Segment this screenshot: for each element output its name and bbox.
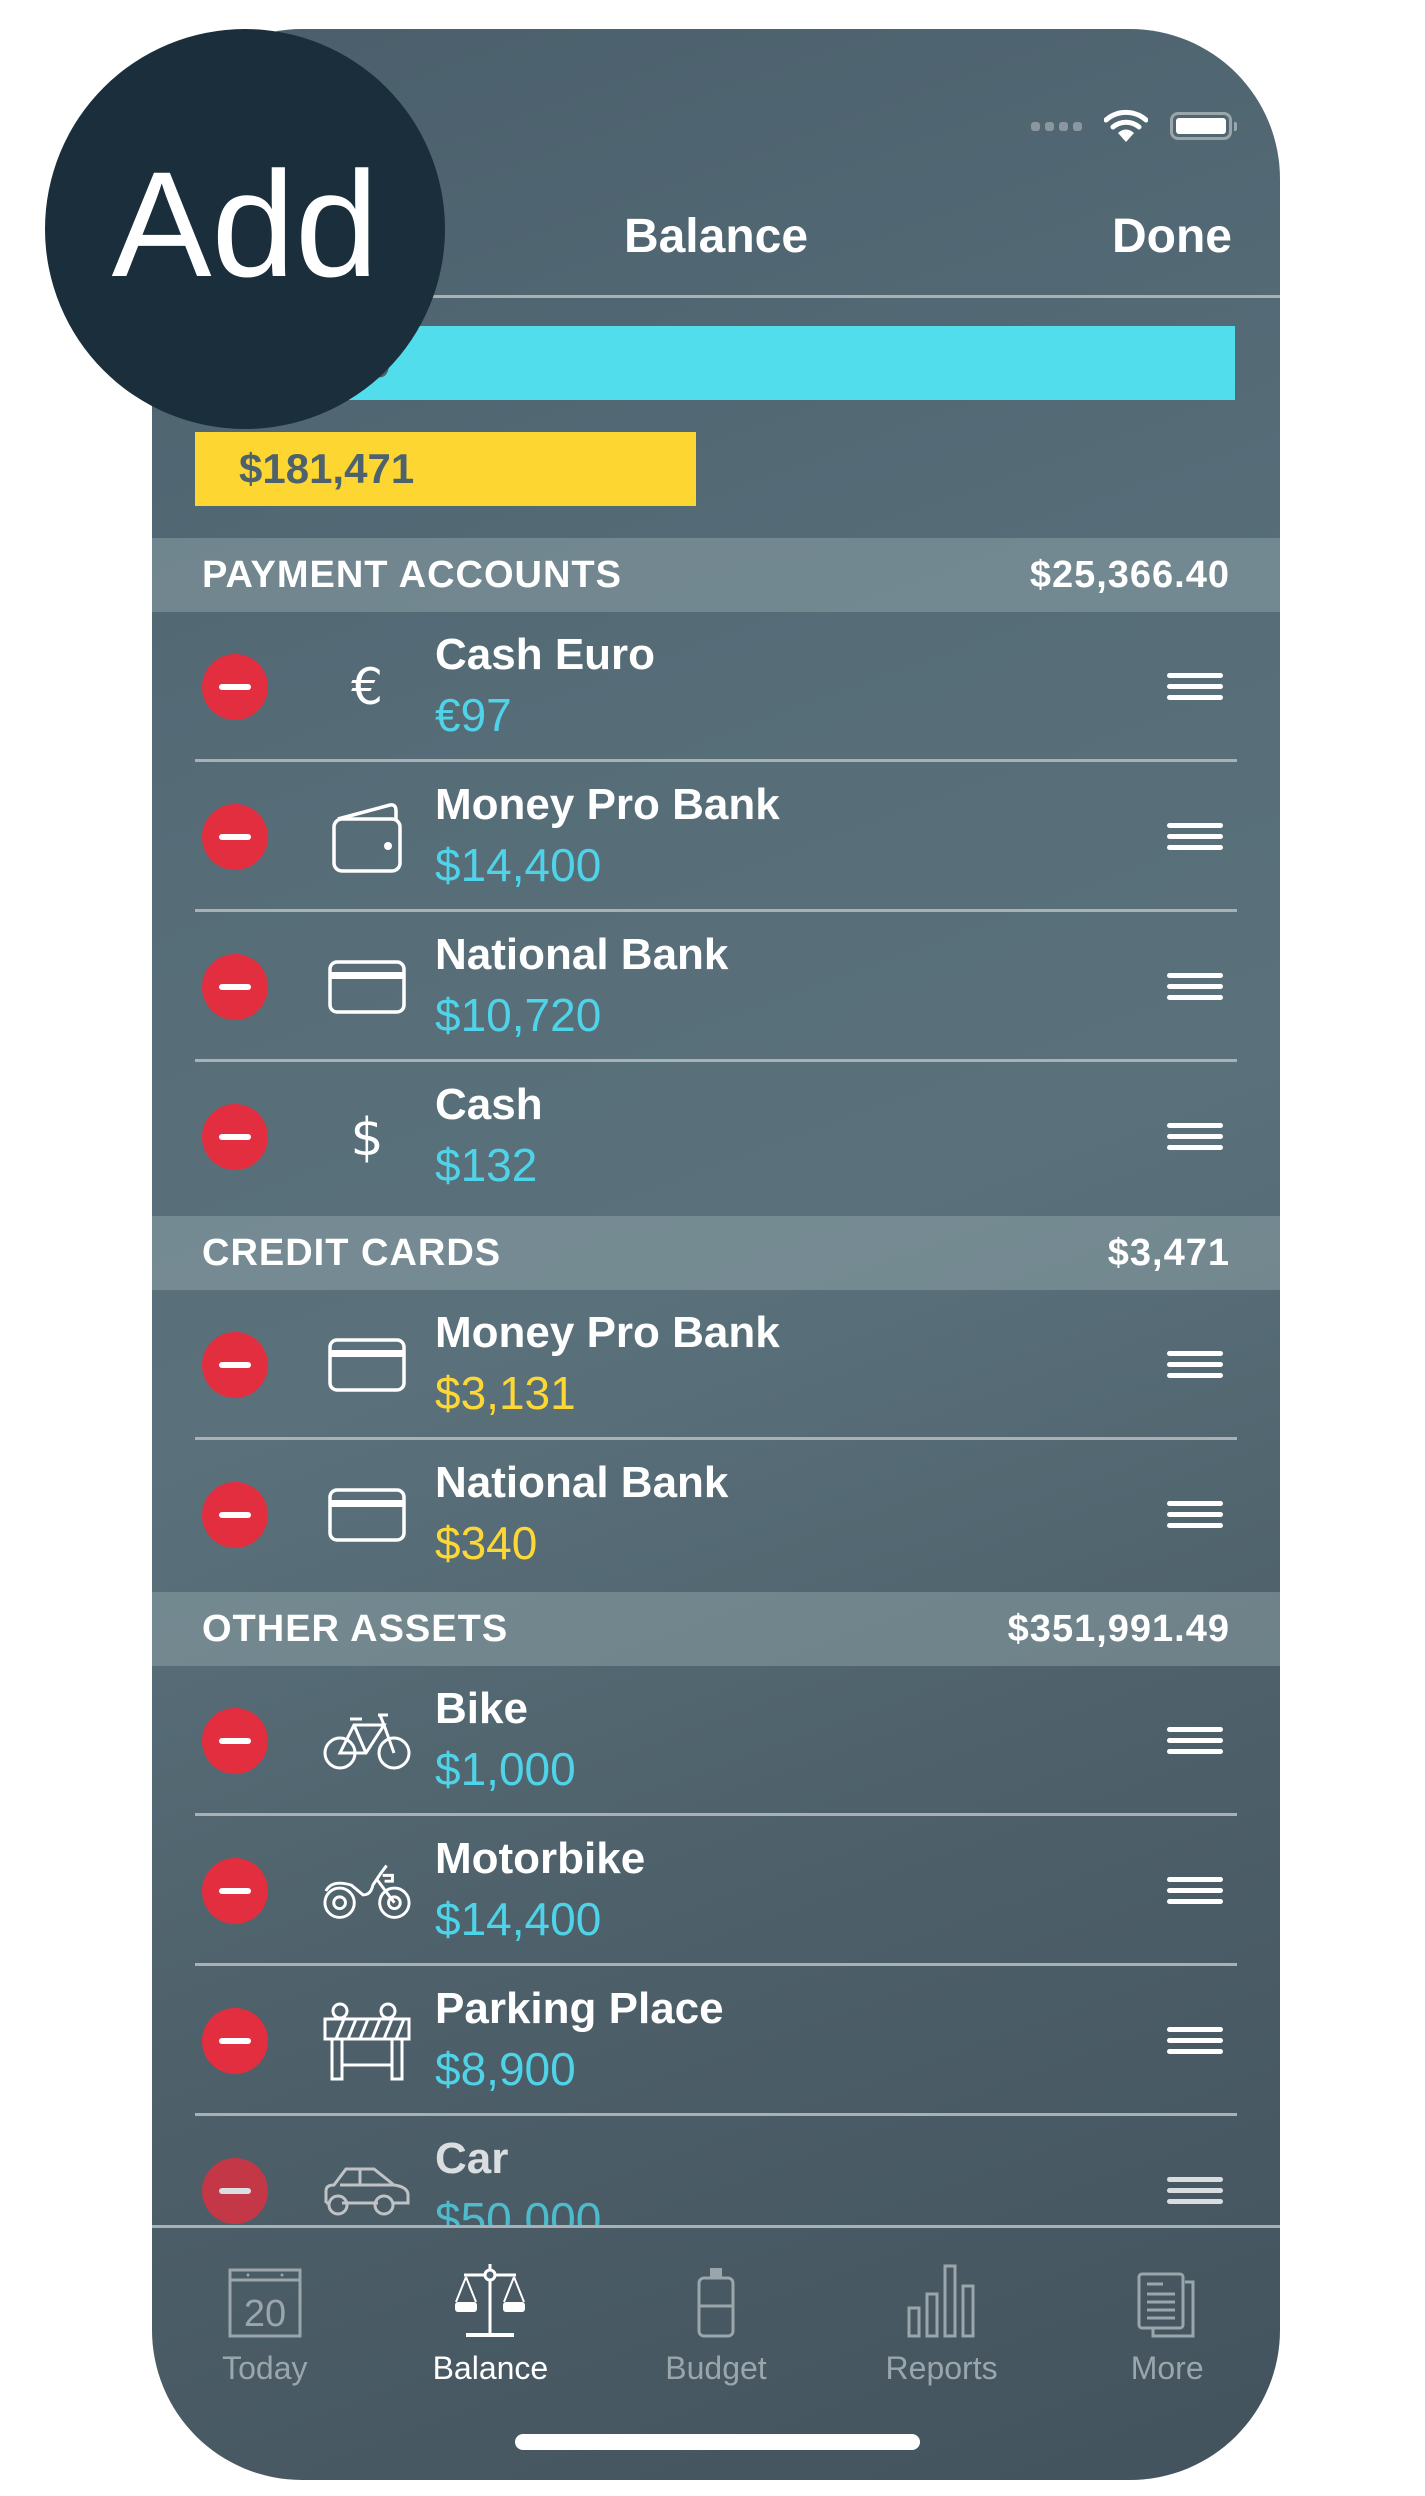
reorder-handle-icon[interactable] xyxy=(1167,1877,1223,1905)
delete-minus-icon[interactable] xyxy=(202,2158,268,2224)
reorder-handle-icon[interactable] xyxy=(1167,2027,1223,2055)
delete-minus-icon[interactable] xyxy=(202,1858,268,1924)
account-balance: $14,400 xyxy=(435,839,602,891)
account-row[interactable]: € Cash Euro €97 xyxy=(152,612,1280,762)
reorder-handle-icon[interactable] xyxy=(1167,2177,1223,2205)
add-button-callout[interactable]: Add xyxy=(45,29,445,429)
account-row[interactable]: Parking Place $8,900 xyxy=(152,1966,1280,2116)
account-row[interactable]: $ Cash $132 xyxy=(152,1062,1280,1212)
reorder-handle-icon[interactable] xyxy=(1167,673,1223,701)
delete-minus-icon[interactable] xyxy=(202,1482,268,1548)
account-balance: $132 xyxy=(435,1139,538,1191)
account-name: National Bank xyxy=(435,1458,729,1507)
account-name: Parking Place xyxy=(435,1984,724,2033)
documents-icon xyxy=(1137,2272,1195,2338)
delete-minus-icon[interactable] xyxy=(202,804,268,870)
section-title: OTHER ASSETS xyxy=(202,1607,509,1650)
account-balance: $1,000 xyxy=(435,1743,576,1795)
section-title: PAYMENT ACCOUNTS xyxy=(202,553,622,596)
delete-minus-icon[interactable] xyxy=(202,1104,268,1170)
credit-card-icon xyxy=(322,1480,412,1550)
account-name: Car xyxy=(435,2134,509,2183)
svg-text:€: € xyxy=(351,662,383,712)
add-label: Add xyxy=(111,139,379,308)
account-balance: $50,000 xyxy=(435,2193,602,2226)
account-name: Money Pro Bank xyxy=(435,780,780,829)
account-row[interactable]: Car $50,000 xyxy=(152,2116,1280,2226)
reorder-handle-icon[interactable] xyxy=(1167,1501,1223,1529)
section-total: $3,471 xyxy=(1107,1231,1230,1274)
account-row[interactable]: National Bank $10,720 xyxy=(152,912,1280,1062)
delete-minus-icon[interactable] xyxy=(202,1332,268,1398)
calendar-icon: 20 xyxy=(228,2268,302,2338)
tab-budget[interactable]: Budget xyxy=(603,2228,829,2398)
account-row[interactable]: Bike $1,000 xyxy=(152,1666,1280,1816)
delete-minus-icon[interactable] xyxy=(202,654,268,720)
reorder-handle-icon[interactable] xyxy=(1167,823,1223,851)
scales-icon xyxy=(455,2264,526,2337)
section-header: CREDIT CARDS $3,471 xyxy=(152,1216,1280,1290)
section-total: $351,991.49 xyxy=(1007,1607,1230,1650)
svg-text:20: 20 xyxy=(244,2293,286,2335)
tab-today[interactable]: 20 Today xyxy=(152,2228,378,2398)
section-header: PAYMENT ACCOUNTS $25,366.40 xyxy=(152,538,1280,612)
delete-minus-icon[interactable] xyxy=(202,1708,268,1774)
account-name: Bike xyxy=(435,1684,528,1733)
section-total: $25,366.40 xyxy=(1029,553,1230,596)
tab-label: Reports xyxy=(885,2350,998,2386)
car-icon xyxy=(322,2156,412,2226)
home-indicator[interactable] xyxy=(515,2434,920,2450)
account-row[interactable]: Money Pro Bank $14,400 xyxy=(152,762,1280,912)
reorder-handle-icon[interactable] xyxy=(1167,973,1223,1001)
account-balance: $340 xyxy=(435,1517,538,1569)
parking-barrier-icon xyxy=(322,2002,412,2081)
account-row[interactable]: Motorbike $14,400 xyxy=(152,1816,1280,1966)
tab-more[interactable]: More xyxy=(1054,2228,1280,2398)
account-balance: $14,400 xyxy=(435,1893,602,1945)
tab-label: Balance xyxy=(432,2350,549,2386)
tab-bar: 20 Today Balance Budget Reports More xyxy=(152,2228,1280,2398)
tab-reports[interactable]: Reports xyxy=(829,2228,1055,2398)
section-header: OTHER ASSETS $351,991.49 xyxy=(152,1592,1280,1666)
credit-card-icon xyxy=(322,1330,412,1400)
account-name: Motorbike xyxy=(435,1834,646,1883)
motorbike-icon xyxy=(322,1856,412,1926)
credit-card-icon xyxy=(322,952,412,1022)
tab-label: More xyxy=(1130,2350,1204,2386)
account-row[interactable]: National Bank $340 xyxy=(152,1440,1280,1590)
delete-minus-icon[interactable] xyxy=(202,2008,268,2074)
account-balance: €97 xyxy=(435,689,512,741)
account-name: National Bank xyxy=(435,930,729,979)
account-name: Cash xyxy=(435,1080,543,1129)
wallet-icon xyxy=(322,802,412,873)
reorder-handle-icon[interactable] xyxy=(1167,1727,1223,1755)
tab-label: Today xyxy=(222,2350,308,2386)
account-balance: $10,720 xyxy=(435,989,602,1041)
dollar-icon: $ xyxy=(322,1102,412,1172)
svg-text:$: $ xyxy=(350,1109,383,1165)
reorder-handle-icon[interactable] xyxy=(1167,1351,1223,1379)
tab-balance[interactable]: Balance xyxy=(378,2228,604,2398)
account-balance: $3,131 xyxy=(435,1367,576,1419)
account-name: Money Pro Bank xyxy=(435,1308,780,1357)
budget-jar-icon xyxy=(697,2268,735,2338)
euro-icon: € xyxy=(322,652,412,722)
tab-label: Budget xyxy=(665,2350,767,2386)
bicycle-icon xyxy=(322,1706,412,1776)
account-name: Cash Euro xyxy=(435,630,656,679)
account-row[interactable]: Money Pro Bank $3,131 xyxy=(152,1290,1280,1440)
bar-chart-icon xyxy=(907,2264,975,2338)
section-title: CREDIT CARDS xyxy=(202,1231,502,1274)
reorder-handle-icon[interactable] xyxy=(1167,1123,1223,1151)
delete-minus-icon[interactable] xyxy=(202,954,268,1020)
account-balance: $8,900 xyxy=(435,2043,576,2095)
